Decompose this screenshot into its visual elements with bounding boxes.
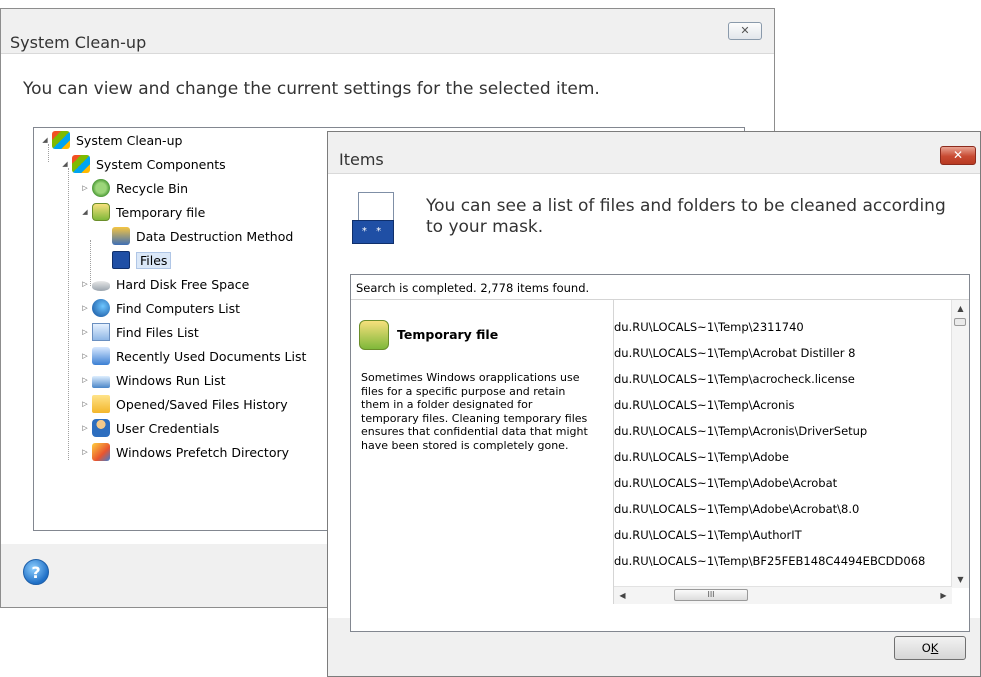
items-dialog: Items ✕ * * You can see a list of files … (327, 131, 981, 677)
expand-arrow-icon[interactable]: ▷ (80, 280, 90, 288)
scroll-left-icon[interactable]: ◀ (614, 587, 631, 604)
user-credentials-icon (92, 419, 110, 437)
scroll-down-icon[interactable]: ▼ (952, 571, 969, 588)
tree-node-windows-prefetch-directory[interactable]: ▷ Windows Prefetch Directory (80, 442, 289, 462)
temporary-file-icon (359, 320, 389, 350)
title-bar: System Clean-up ✕ (1, 9, 774, 53)
tree-node-recycle-bin[interactable]: ▷ Recycle Bin (80, 178, 188, 198)
ok-button[interactable]: OK (894, 636, 966, 660)
list-item[interactable]: du.RU\LOCALS~1\Temp\Acronis (614, 392, 949, 418)
list-item[interactable]: du.RU\LOCALS~1\Temp\Acronis\DriverSetup (614, 418, 949, 444)
system-components-icon (72, 155, 90, 173)
ok-label-accelerator: K (930, 641, 939, 655)
list-item[interactable]: du.RU\LOCALS~1\Temp\Adobe\Acrobat (614, 470, 949, 496)
recycle-bin-icon (92, 179, 110, 197)
close-button[interactable]: ✕ (728, 22, 762, 40)
expand-arrow-icon[interactable]: ▷ (80, 424, 90, 432)
list-item[interactable]: du.RU\LOCALS~1\Temp\Acrobat Distiller 8 (614, 340, 949, 366)
tree-node-system-cleanup[interactable]: ◢ System Clean-up (40, 130, 182, 150)
dialog-title: System Clean-up (10, 33, 147, 52)
tree-node-files[interactable]: Files (112, 250, 172, 270)
tree-node-temporary-file[interactable]: ◢ Temporary file (80, 202, 205, 222)
help-icon: ? (31, 563, 41, 582)
files-icon (112, 251, 130, 269)
dialog-description: You can view and change the current sett… (23, 79, 600, 99)
recent-documents-icon (92, 347, 110, 365)
tree-node-recently-used-documents[interactable]: ▷ Recently Used Documents List (80, 346, 306, 366)
folder-history-icon (92, 395, 110, 413)
temporary-file-icon (92, 203, 110, 221)
results-panel: Search is completed. 2,778 items found. … (350, 274, 970, 632)
collapse-arrow-icon[interactable]: ◢ (80, 208, 90, 216)
list-item[interactable]: du.RU\LOCALS~1\Temp\AuthorIT (614, 522, 949, 548)
tree-node-find-computers-list[interactable]: ▷ Find Computers List (80, 298, 240, 318)
data-destruction-icon (112, 227, 130, 245)
list-item[interactable]: du.RU\LOCALS~1\Temp\acrocheck.license (614, 366, 949, 392)
scroll-thumb-horizontal[interactable]: III (674, 589, 748, 601)
dialog-title: Items (339, 150, 384, 169)
close-icon: ✕ (952, 148, 964, 162)
collapse-arrow-icon[interactable]: ◢ (40, 136, 50, 144)
tree-node-data-destruction-method[interactable]: Data Destruction Method (112, 226, 293, 246)
mask-badge: * * (352, 220, 394, 244)
collapse-arrow-icon[interactable]: ◢ (60, 160, 70, 168)
expand-arrow-icon[interactable]: ▷ (80, 328, 90, 336)
run-list-icon (92, 375, 110, 388)
document-mask-icon: * * (352, 192, 398, 250)
expand-arrow-icon[interactable]: ▷ (80, 304, 90, 312)
file-list[interactable]: du.RU\LOCALS~1\Temp\2311740 du.RU\LOCALS… (613, 300, 969, 604)
list-item[interactable]: du.RU\LOCALS~1\Temp\2311740 (614, 314, 949, 340)
tree-node-find-files-list[interactable]: ▷ Find Files List (80, 322, 199, 342)
list-item[interactable]: du.RU\LOCALS~1\Temp\Adobe (614, 444, 949, 470)
close-button[interactable]: ✕ (940, 146, 976, 165)
tree-node-windows-run-list[interactable]: ▷ Windows Run List (80, 370, 226, 390)
close-icon: ✕ (740, 24, 750, 37)
tree-node-user-credentials[interactable]: ▷ User Credentials (80, 418, 219, 438)
dialog-description: You can see a list of files and folders … (426, 196, 946, 237)
list-item[interactable]: du.RU\LOCALS~1\Temp\Adobe\Acrobat\8.0 (614, 496, 949, 522)
tree-node-system-components[interactable]: ◢ System Components (60, 154, 226, 174)
dialog-content: * * You can see a list of files and fold… (328, 173, 980, 632)
file-rows: du.RU\LOCALS~1\Temp\2311740 du.RU\LOCALS… (614, 300, 949, 574)
find-files-icon (92, 323, 110, 341)
list-item[interactable]: du.RU\LOCALS~1\Temp\BF25FEB148C4494EBCDD… (614, 548, 949, 574)
find-computers-icon (92, 299, 110, 317)
system-cleanup-icon (52, 131, 70, 149)
category-description: Sometimes Windows orapplications use fil… (361, 371, 588, 452)
expand-arrow-icon[interactable]: ▷ (80, 448, 90, 456)
expand-arrow-icon[interactable]: ▷ (80, 400, 90, 408)
hard-disk-icon (92, 281, 110, 291)
scroll-up-icon[interactable]: ▲ (952, 300, 969, 317)
scroll-thumb[interactable] (954, 318, 966, 326)
prefetch-icon (92, 443, 110, 461)
horizontal-scrollbar[interactable]: ◀ III ▶ (614, 586, 952, 604)
expand-arrow-icon[interactable]: ▷ (80, 352, 90, 360)
tree-node-hard-disk-free-space[interactable]: ▷ Hard Disk Free Space (80, 274, 249, 294)
tree-node-opened-saved-files-history[interactable]: ▷ Opened/Saved Files History (80, 394, 288, 414)
vertical-scrollbar[interactable]: ▲ ▼ (951, 300, 969, 588)
scroll-right-icon[interactable]: ▶ (935, 587, 952, 604)
expand-arrow-icon[interactable]: ▷ (80, 376, 90, 384)
category-title: Temporary file (397, 327, 499, 342)
search-status: Search is completed. 2,778 items found. (356, 281, 590, 295)
expand-arrow-icon[interactable]: ▷ (80, 184, 90, 192)
ok-label-prefix: O (921, 641, 931, 655)
help-button[interactable]: ? (23, 559, 49, 585)
